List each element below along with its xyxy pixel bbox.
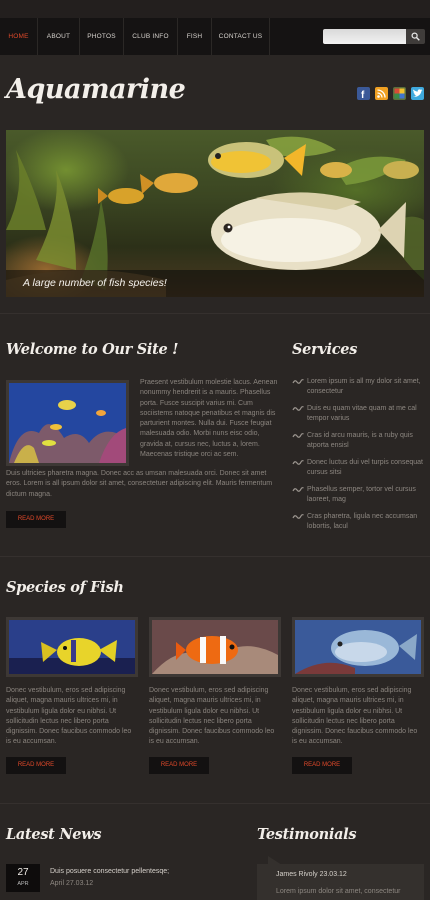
species-text-3: Donec vestibulum, eros sed adipiscing al… xyxy=(292,687,418,746)
services-title: Services xyxy=(292,341,358,358)
news-date-badge: 27 APR xyxy=(6,864,40,892)
service-item-text: Lorem ipsum is all my dolor sit amet, co… xyxy=(307,378,421,396)
site-logo[interactable]: Aquamarine xyxy=(6,74,186,105)
testimonial-text: Lorem ipsum dolor sit amet, consectetur xyxy=(276,888,401,895)
news-title: Latest News xyxy=(6,826,102,843)
service-item-text: Cras pharetra, ligula nec accumsan lobor… xyxy=(307,513,418,531)
species-read-more-button-3[interactable]: READ MORE xyxy=(292,757,352,774)
svg-text:f: f xyxy=(361,90,365,100)
species-title: Species of Fish xyxy=(6,579,124,596)
divider xyxy=(0,313,430,314)
species-text-1: Donec vestibulum, eros sed adipiscing al… xyxy=(6,687,132,746)
wave-bullet-icon xyxy=(292,433,304,438)
welcome-image xyxy=(6,380,129,466)
welcome-bottom-text: Duis ultricies pharetra magna. Donec acc… xyxy=(6,470,273,498)
divider xyxy=(0,803,430,804)
yellow-tang-photo xyxy=(9,620,135,674)
blue-fish-photo xyxy=(295,620,421,674)
nav-fish[interactable]: FISH xyxy=(178,18,212,55)
hero-caption: A large number of fish species! xyxy=(23,277,167,289)
nav-home[interactable]: HOME xyxy=(0,18,38,55)
wave-bullet-icon xyxy=(292,460,304,465)
search-icon xyxy=(411,32,420,41)
hero-banner: A large number of fish species! xyxy=(6,130,424,297)
testimonial-author: James Rivoly 23.03.12 xyxy=(276,871,347,878)
species-image-1 xyxy=(6,617,138,677)
news-date: April 27.03.12 xyxy=(50,880,94,887)
service-item-text: Phasellus semper, tortor vel cursus laor… xyxy=(307,486,416,504)
welcome-read-more-button[interactable]: READ MORE xyxy=(6,511,66,528)
testimonial-box: James Rivoly 23.03.12 Lorem ipsum dolor … xyxy=(257,864,424,900)
twitter-icon[interactable] xyxy=(411,87,424,100)
species-text-2: Donec vestibulum, eros sed adipiscing al… xyxy=(149,687,275,746)
wave-bullet-icon xyxy=(292,514,304,519)
divider xyxy=(0,556,430,557)
wave-bullet-icon xyxy=(292,487,304,492)
news-headline[interactable]: Duis posuere consectetur pellentesqe; xyxy=(50,868,169,875)
hero-caption-bar: A large number of fish species! xyxy=(6,270,424,297)
news-day: 27 xyxy=(17,867,29,878)
welcome-side-text: Praesent vestibulum molestie lacus. Aene… xyxy=(140,379,278,459)
service-item-text: Duis eu quam vitae quam at me cal tempor… xyxy=(307,405,417,423)
google-plus-icon[interactable] xyxy=(393,87,406,100)
service-item-text: Cras id arcu mauris, is a ruby quis atpo… xyxy=(307,432,413,450)
nav-contact-us[interactable]: CONTACT US xyxy=(212,18,270,55)
nav-club-info[interactable]: CLUB INFO xyxy=(124,18,178,55)
facebook-icon[interactable]: f xyxy=(357,87,370,101)
species-read-more-button-2[interactable]: READ MORE xyxy=(149,757,209,774)
nav-photos[interactable]: PHOTOS xyxy=(80,18,124,55)
top-band xyxy=(0,0,430,18)
wave-bullet-icon xyxy=(292,406,304,411)
news-month: APR xyxy=(17,881,29,887)
rss-icon[interactable] xyxy=(375,87,388,100)
clownfish-photo xyxy=(152,620,278,674)
species-image-2 xyxy=(149,617,281,677)
testimonials-title: Testimonials xyxy=(257,826,357,843)
species-image-3 xyxy=(292,617,424,677)
wave-bullet-icon xyxy=(292,379,304,384)
search-input[interactable] xyxy=(323,29,406,44)
welcome-title: Welcome to Our Site ! xyxy=(6,341,179,358)
service-item-text: Donec luctus dui vel turpis consequat cu… xyxy=(307,459,423,477)
reef-photo xyxy=(9,383,126,463)
nav-about[interactable]: ABOUT xyxy=(38,18,80,55)
search-button[interactable] xyxy=(406,29,425,44)
species-read-more-button-1[interactable]: READ MORE xyxy=(6,757,66,774)
